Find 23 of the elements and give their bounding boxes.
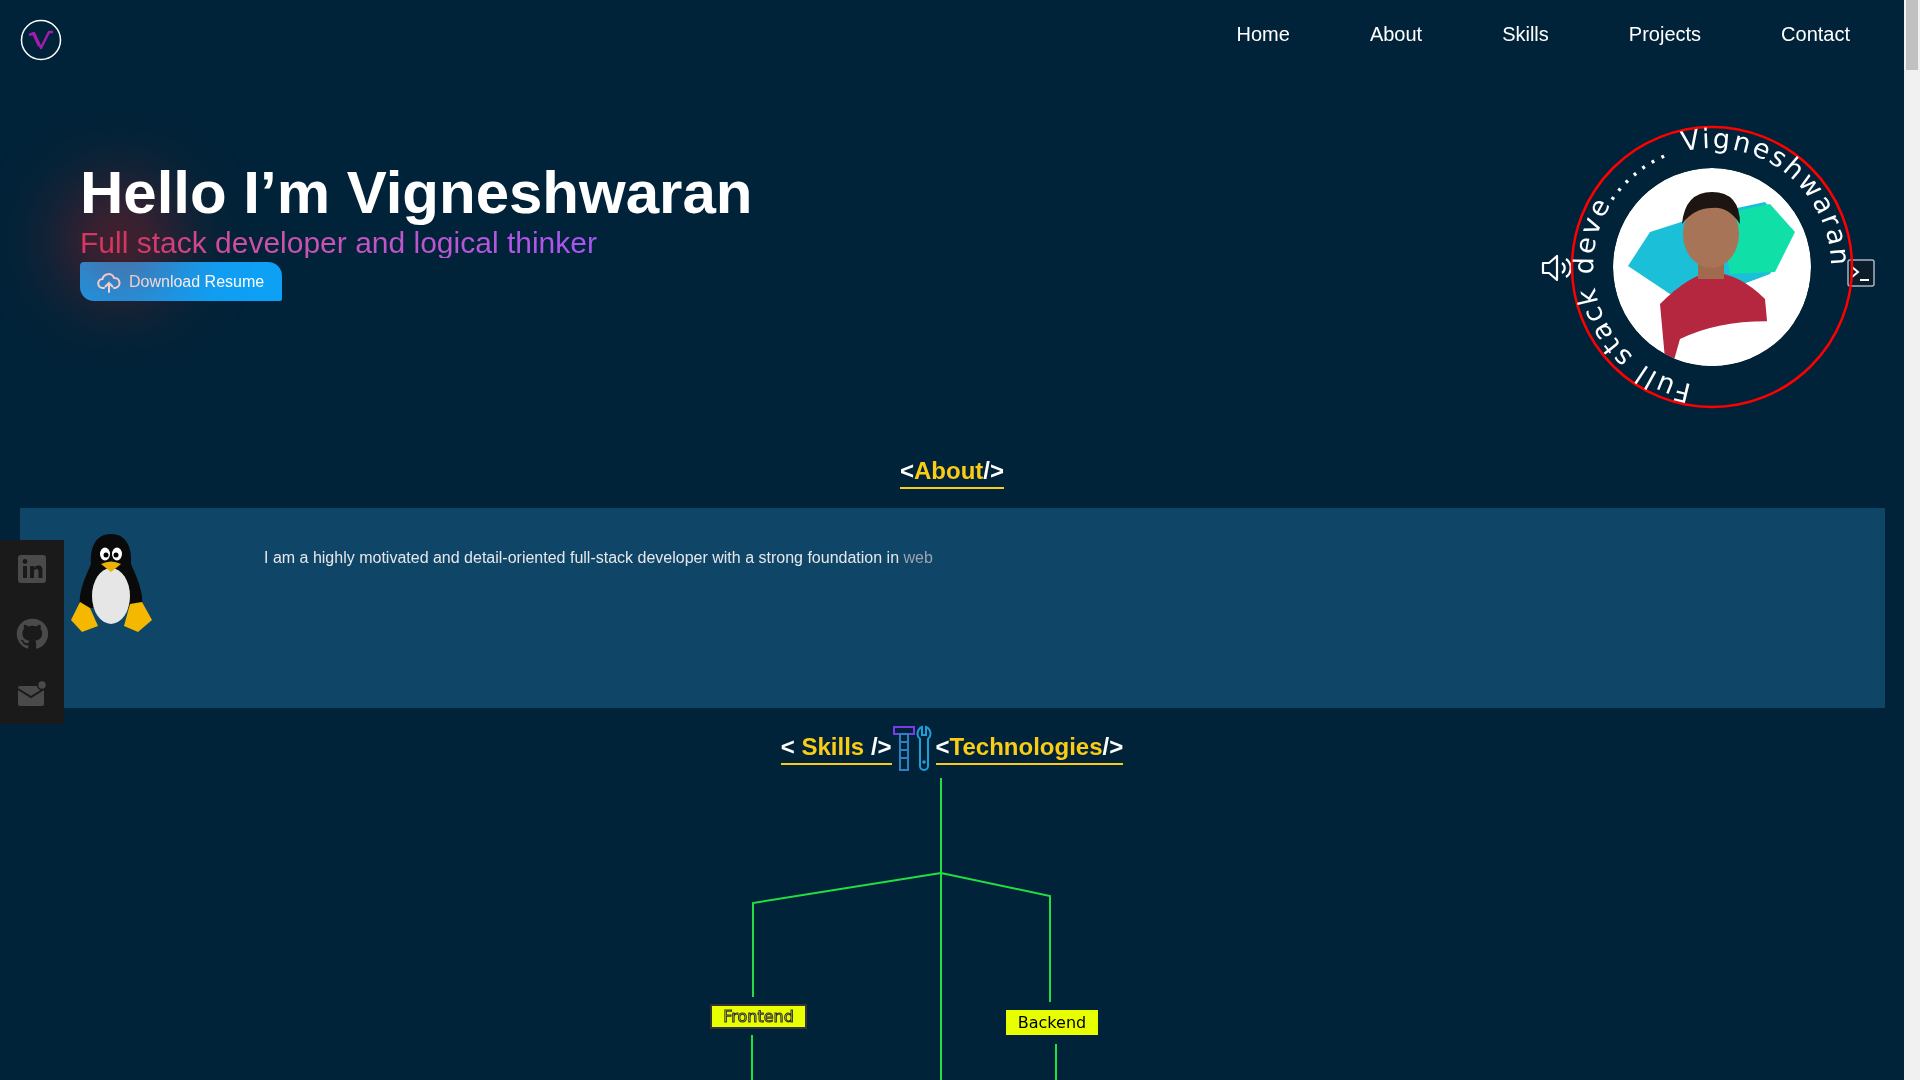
typing-text: web xyxy=(903,549,933,566)
hero-tagline: Full stack developer and logical thinker xyxy=(80,228,597,258)
nav-link[interactable]: Projects xyxy=(1598,15,1732,53)
nav-link[interactable]: Skills xyxy=(1472,15,1579,53)
skill-node: Backend xyxy=(1006,1010,1098,1035)
nav-link[interactable]: About xyxy=(1339,15,1453,53)
section-heading: <Technologies/> xyxy=(935,731,1124,765)
terminal-icon[interactable] xyxy=(1847,259,1875,287)
scrollbar[interactable] xyxy=(1904,0,1920,1080)
section-heading: <About/> xyxy=(900,455,1004,489)
skill-node: Frontend xyxy=(710,1004,807,1029)
linkedin-icon[interactable] xyxy=(17,554,47,584)
about-text: I am a highly motivated and detail-oriented full-stack developer with a strong foundation in xyxy=(264,549,900,566)
nav-link[interactable]: Home xyxy=(1206,15,1320,53)
cloud-upload-icon xyxy=(97,270,121,293)
section-heading: < Skills /> xyxy=(780,731,892,765)
hero-heading: Hello I’m Vigneshwaran xyxy=(80,158,753,228)
penguin-icon xyxy=(68,532,154,634)
logo[interactable] xyxy=(20,19,62,61)
nav-link[interactable]: Contact xyxy=(1751,15,1880,53)
mail-icon[interactable] xyxy=(17,680,47,708)
github-icon[interactable] xyxy=(16,618,48,650)
speaker-icon[interactable] xyxy=(1540,253,1574,283)
